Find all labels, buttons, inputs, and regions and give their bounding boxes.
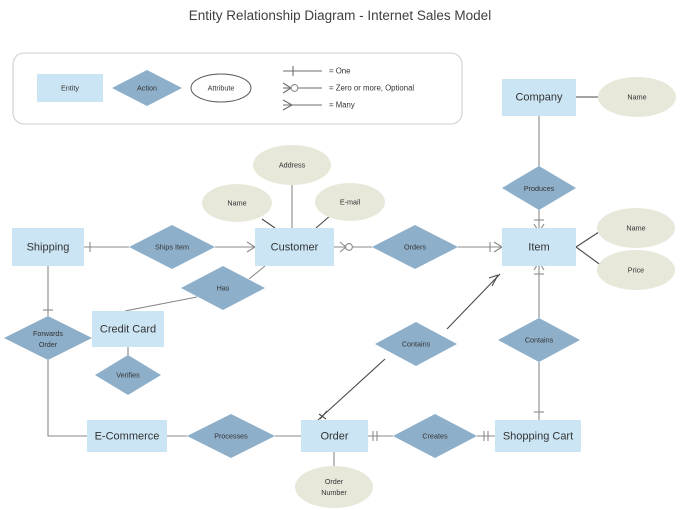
crows-foot-icon-customer-left-bottom xyxy=(246,246,256,253)
optional-circle-icon-customer-right xyxy=(345,243,353,251)
action-produces[interactable]: Produces xyxy=(502,166,576,210)
entity-label: E-Commerce xyxy=(95,430,160,442)
action-label-line2: Order xyxy=(39,340,58,349)
connector-contains-item xyxy=(446,273,501,330)
crows-foot-icon-item-left-top xyxy=(493,241,503,248)
action-label: Contains xyxy=(525,335,554,344)
connector-customer-has xyxy=(248,265,266,280)
entity-credit-card[interactable]: Credit Card xyxy=(92,311,164,347)
action-contains-cart-item[interactable]: Contains xyxy=(498,318,580,362)
legend-attribute-label: Attribute xyxy=(208,83,235,92)
action-label: Contains xyxy=(402,339,431,348)
entity-label: Customer xyxy=(271,241,319,253)
attribute-label-line2: Number xyxy=(321,488,347,497)
legend-item-attribute: Attribute xyxy=(190,73,252,103)
entity-company[interactable]: Company xyxy=(502,79,576,116)
attribute-label: Address xyxy=(279,160,306,169)
entity-shipping[interactable]: Shipping xyxy=(12,228,84,266)
entity-shopping-cart[interactable]: Shopping Cart xyxy=(495,420,581,452)
er-diagram-svg: Entity Relationship Diagram - Internet S… xyxy=(4,8,676,508)
connectors xyxy=(47,96,603,468)
action-forwards-order[interactable]: Forwards Order xyxy=(4,316,92,360)
legend-action-label: Action xyxy=(137,83,157,92)
entity-label: Shopping Cart xyxy=(503,430,573,442)
attribute-item-name[interactable]: Name xyxy=(597,208,675,248)
entity-customer[interactable]: Customer xyxy=(255,228,334,266)
attribute-customer-address[interactable]: Address xyxy=(253,145,331,185)
attribute-label: Name xyxy=(627,92,646,101)
connector-customer-name xyxy=(261,218,276,229)
attribute-customer-email[interactable]: E-mail xyxy=(315,183,385,221)
legend-notation-zero-or-more-label: = Zero or more, Optional xyxy=(329,84,414,93)
attribute-company-name[interactable]: Name xyxy=(598,77,676,117)
action-has[interactable]: Has xyxy=(181,266,265,310)
attribute-label: E-mail xyxy=(340,197,361,206)
connector-forwardsorder-ecommerce xyxy=(47,360,87,437)
entity-order[interactable]: Order xyxy=(301,420,368,452)
action-label: Creates xyxy=(422,431,448,440)
action-ships-item[interactable]: Ships Item xyxy=(129,225,215,269)
action-label: Verifies xyxy=(116,370,140,379)
crows-foot-icon-item-left-bottom xyxy=(493,246,503,253)
crows-foot-icon-customer-left-top xyxy=(246,241,256,248)
crows-foot-icon-customer-right-bottom xyxy=(339,246,347,253)
attribute-label: Name xyxy=(626,223,645,232)
action-processes[interactable]: Processes xyxy=(187,414,275,458)
legend-notation-one-label: = One xyxy=(329,67,350,76)
attribute-label-line1: Order xyxy=(325,477,344,486)
entity-ecommerce[interactable]: E-Commerce xyxy=(87,420,167,452)
legend-notation-many-label: = Many xyxy=(329,101,355,110)
crows-foot-circle-icon-circle xyxy=(290,84,299,92)
legend: Entity Action Attribute = One = Zero or … xyxy=(12,52,463,125)
entity-label: Company xyxy=(515,91,563,103)
action-orders[interactable]: Orders xyxy=(372,225,458,269)
entity-label: Order xyxy=(320,430,348,442)
legend-item-entity: Entity xyxy=(37,74,103,102)
action-label: Processes xyxy=(214,431,248,440)
attribute-label: Price xyxy=(628,265,644,274)
attribute-label: Name xyxy=(227,198,246,207)
action-contains-order-item[interactable]: Contains xyxy=(375,322,457,366)
action-shape xyxy=(4,316,92,360)
action-label: Orders xyxy=(404,242,426,251)
entity-label: Credit Card xyxy=(100,323,156,335)
crows-foot-icon-customer-right-top xyxy=(339,241,347,248)
page-title: Entity Relationship Diagram - Internet S… xyxy=(189,8,491,23)
attribute-item-price[interactable]: Price xyxy=(597,250,675,290)
connector-order-contains xyxy=(317,358,386,421)
entity-label: Item xyxy=(528,241,549,253)
action-verifies[interactable]: Verifies xyxy=(95,355,161,395)
action-creates[interactable]: Creates xyxy=(393,414,477,458)
action-label: Has xyxy=(217,283,230,292)
connector-item-price xyxy=(575,246,603,267)
attribute-customer-name[interactable]: Name xyxy=(202,184,272,222)
attribute-order-number[interactable]: Order Number xyxy=(295,466,373,508)
er-diagram-canvas: Entity Relationship Diagram - Internet S… xyxy=(0,0,680,510)
connector-has-creditcard xyxy=(124,296,198,312)
action-label-line1: Forwards xyxy=(33,329,63,338)
action-label: Produces xyxy=(524,184,555,193)
entity-label: Shipping xyxy=(27,241,70,253)
entities-layer: Shipping Customer Item Company Credit Ca… xyxy=(12,79,581,452)
action-label: Ships Item xyxy=(155,242,189,251)
entity-item[interactable]: Item xyxy=(502,228,576,266)
legend-entity-label: Entity xyxy=(61,83,79,92)
